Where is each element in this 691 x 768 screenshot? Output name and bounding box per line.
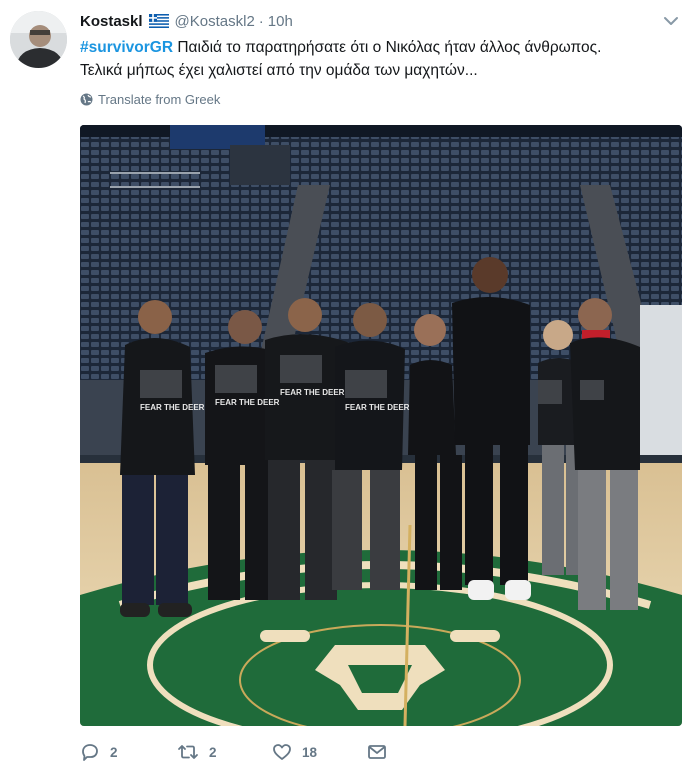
separator: · xyxy=(258,12,264,30)
shirt-print: FEAR THE DEER xyxy=(215,398,280,407)
shirt-print: FEAR THE DEER xyxy=(140,403,205,412)
shirt-print: FEAR THE DEER xyxy=(280,388,345,397)
author-name[interactable]: Kostaskl xyxy=(80,13,143,30)
reply-button[interactable]: 2 xyxy=(80,742,118,762)
tweet-text: #survivorGR Παιδιά το παρατηρήσατε ότι ο… xyxy=(80,36,680,82)
timestamp[interactable]: 10h xyxy=(268,13,293,30)
envelope-icon xyxy=(368,745,386,759)
reply-icon xyxy=(82,744,98,761)
translate-link[interactable]: Translate from Greek xyxy=(80,92,220,107)
retweet-button[interactable]: 2 xyxy=(177,742,217,762)
tweet-photo[interactable]: FEAR THE DEER FEAR THE DEER FEAR THE DEE… xyxy=(80,125,682,726)
retweet-icon xyxy=(178,745,198,759)
globe-icon xyxy=(80,93,93,106)
greece-flag-icon xyxy=(148,14,169,28)
translate-label: Translate from Greek xyxy=(98,92,221,107)
hashtag-link[interactable]: #survivorGR xyxy=(80,39,173,56)
shirt-print: FEAR THE DEER xyxy=(345,403,410,412)
like-button[interactable]: 18 xyxy=(272,742,317,762)
tweet-text-line1: Παιδιά το παρατηρήσατε ότι ο Νικόλας ήτα… xyxy=(173,39,602,56)
retweet-count: 2 xyxy=(209,744,217,760)
author-handle[interactable]: @Kostaskl2 xyxy=(175,13,255,30)
author-avatar[interactable] xyxy=(10,11,67,68)
tweet-header: Kostaskl @Kostaskl2 · 10h xyxy=(80,10,293,32)
tweet-actions: 2 2 18 xyxy=(80,742,680,768)
direct-message-button[interactable] xyxy=(367,742,397,762)
tweet-text-line2: Τελικά μήπως έχει χαλιστεί από την ομάδα… xyxy=(80,62,478,79)
like-count: 18 xyxy=(302,744,318,760)
chevron-down-icon[interactable] xyxy=(662,14,680,28)
heart-icon xyxy=(273,744,291,760)
reply-count: 2 xyxy=(110,744,118,760)
